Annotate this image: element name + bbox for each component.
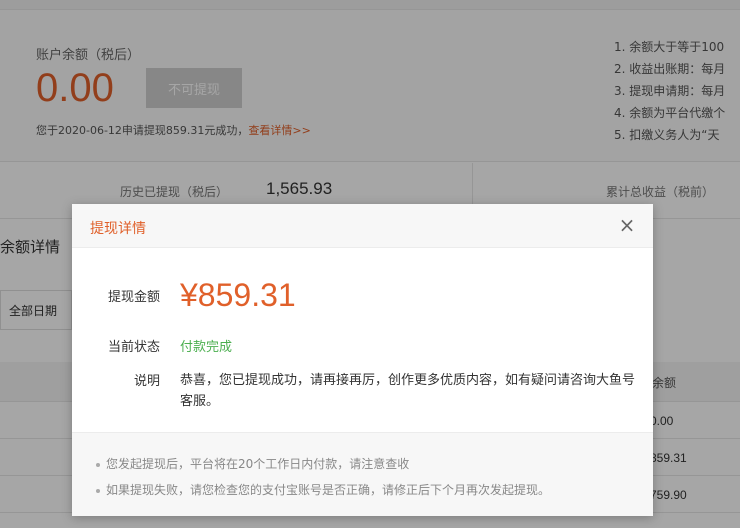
- status-value: 付款完成: [180, 340, 233, 355]
- modal-title: 提现详情: [90, 221, 146, 237]
- footer-note-text: 如果提现失败，请您检查您的支付宝账号是否正确，请修正后下个月再次发起提现。: [106, 483, 551, 497]
- bullet-icon: [96, 462, 100, 467]
- close-icon[interactable]: ×: [615, 213, 639, 237]
- description-value: 恭喜，您已提现成功，请再接再厉，创作更多优质内容，如有疑问请咨询大鱼号客服。: [180, 373, 636, 409]
- amount-value: ¥859.31: [180, 277, 296, 313]
- modal-footer: 您发起提现后，平台将在20个工作日内付款，请注意查收 如果提现失败，请您检查您的…: [72, 432, 653, 516]
- footer-note-text: 您发起提现后，平台将在20个工作日内付款，请注意查收: [106, 457, 410, 471]
- footer-note: 您发起提现后，平台将在20个工作日内付款，请注意查收: [96, 455, 409, 472]
- description-label: 说明: [133, 374, 160, 389]
- modal-header: 提现详情 ×: [72, 204, 653, 248]
- amount-label: 提现金额: [107, 290, 160, 305]
- bullet-icon: [96, 488, 100, 493]
- withdraw-details-modal: 提现详情 × 提现金额 ¥859.31 当前状态 付款完成 说明 恭喜，您已提现…: [72, 204, 653, 516]
- footer-note: 如果提现失败，请您检查您的支付宝账号是否正确，请修正后下个月再次发起提现。: [96, 481, 550, 498]
- status-label: 当前状态: [107, 340, 160, 355]
